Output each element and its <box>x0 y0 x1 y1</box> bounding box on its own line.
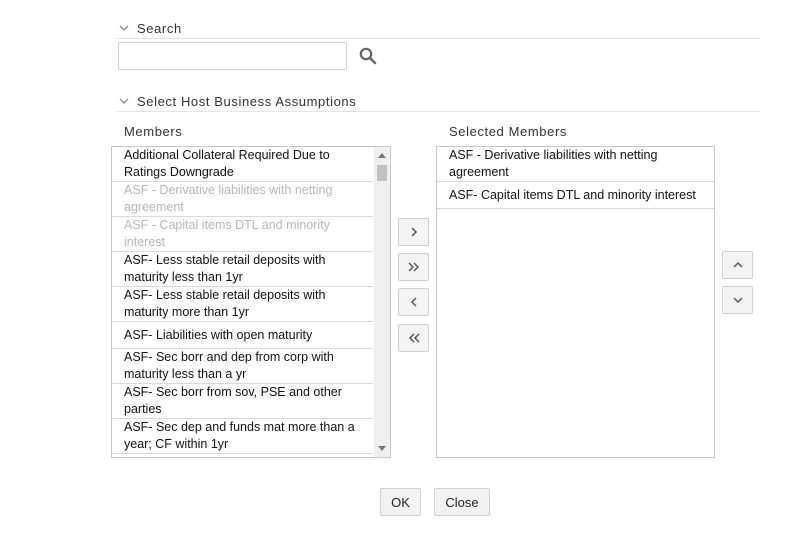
double-chevron-right-icon <box>407 262 419 272</box>
list-item[interactable]: ASF- Sec borr from sov, PSE and other pa… <box>112 384 373 419</box>
list-item[interactable]: Additional Collateral Required Due to Ra… <box>112 147 373 182</box>
list-item: ASF - Capital items DTL and minority int… <box>112 217 373 252</box>
move-down-button[interactable] <box>722 286 753 314</box>
chevron-up-icon <box>732 261 743 268</box>
list-item[interactable]: ASF- Liabilities with open maturity <box>112 322 373 349</box>
chevron-right-icon <box>410 227 417 237</box>
members-list[interactable]: Additional Collateral Required Due to Ra… <box>111 146 391 458</box>
chevron-down-icon[interactable] <box>117 21 131 35</box>
list-item: ASF - Derivative liabilities with nettin… <box>112 182 373 217</box>
ok-button[interactable]: OK <box>380 488 421 516</box>
move-up-button[interactable] <box>722 251 753 279</box>
assumptions-section-title: Select Host Business Assumptions <box>137 93 357 109</box>
double-chevron-left-icon <box>408 333 420 343</box>
search-section-header[interactable]: Search <box>117 18 760 39</box>
move-all-left-button[interactable] <box>398 324 429 352</box>
scroll-up-icon[interactable] <box>378 153 386 158</box>
members-label: Members <box>124 124 183 139</box>
close-button[interactable]: Close <box>434 488 490 516</box>
list-item[interactable]: ASF- Sec dep and funds mat more than a y… <box>112 419 373 454</box>
list-item[interactable]: ASF- Less stable retail deposits with ma… <box>112 252 373 287</box>
list-item[interactable]: ASF- Less stable retail deposits with ma… <box>112 287 373 322</box>
move-right-button[interactable] <box>398 218 429 246</box>
members-scrollbar[interactable] <box>374 147 390 457</box>
move-all-right-button[interactable] <box>398 253 429 281</box>
search-icon[interactable] <box>358 46 378 66</box>
selected-members-list[interactable]: ASF - Derivative liabilities with nettin… <box>436 146 715 458</box>
selected-members-label: Selected Members <box>449 124 567 139</box>
search-input[interactable] <box>118 42 347 70</box>
move-left-button[interactable] <box>398 288 429 316</box>
scroll-down-icon[interactable] <box>378 446 386 451</box>
scroll-thumb[interactable] <box>377 165 387 181</box>
chevron-down-icon <box>732 297 743 304</box>
list-item[interactable]: ASF - Derivative liabilities with nettin… <box>437 147 714 182</box>
list-item[interactable]: ASF- Capital items DTL and minority inte… <box>437 182 714 209</box>
chevron-down-icon[interactable] <box>117 94 131 108</box>
chevron-left-icon <box>410 297 417 307</box>
list-item[interactable]: ASF- Sec borr and dep from corp with mat… <box>112 349 373 384</box>
assumptions-section-header[interactable]: Select Host Business Assumptions <box>117 91 760 112</box>
search-section-title: Search <box>137 20 182 36</box>
